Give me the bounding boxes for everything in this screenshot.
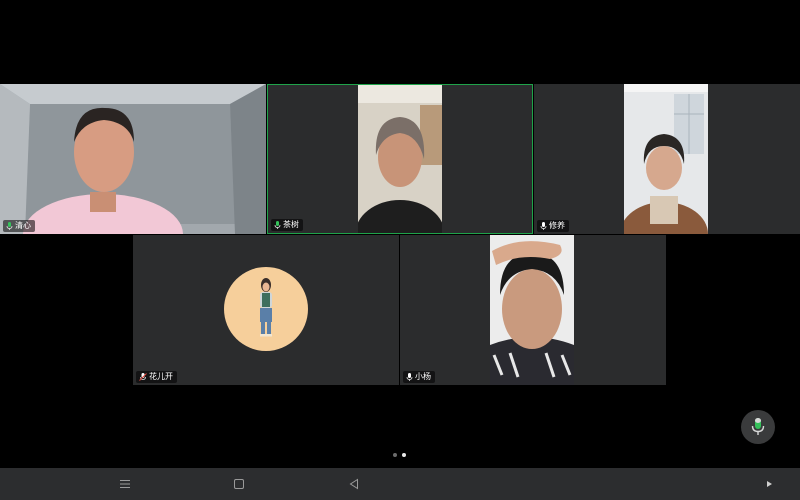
menu-icon xyxy=(120,480,130,488)
page-dot-1[interactable] xyxy=(393,453,397,457)
participant-name: 花儿开 xyxy=(149,372,173,381)
participant-nameplate: 花儿开 xyxy=(136,371,177,383)
play-triangle-icon xyxy=(767,481,772,487)
microphone-icon xyxy=(540,222,547,230)
microphone-icon xyxy=(751,418,765,435)
microphone-icon xyxy=(6,222,13,230)
participant-nameplate: 清心 xyxy=(3,220,35,232)
avatar-illustration xyxy=(260,278,272,337)
home-square-icon xyxy=(234,479,244,489)
microphone-icon xyxy=(274,221,281,229)
video-frame xyxy=(624,84,708,234)
participant-name: 修养 xyxy=(549,221,565,230)
participant-video xyxy=(358,85,442,233)
video-frame xyxy=(358,85,442,233)
menu-button[interactable] xyxy=(118,477,132,491)
muted-microphone-icon xyxy=(139,373,147,381)
page-dot-2[interactable] xyxy=(402,453,406,457)
participant-tile-1[interactable]: 清心 xyxy=(0,84,266,234)
participant-nameplate: 小杨 xyxy=(403,371,435,383)
back-triangle-icon xyxy=(349,478,358,490)
microphone-icon xyxy=(406,373,413,381)
participant-tile-4[interactable]: 花儿开 xyxy=(133,235,399,385)
participant-tile-5[interactable]: 小杨 xyxy=(400,235,666,385)
participant-video xyxy=(624,84,708,234)
back-button[interactable] xyxy=(347,477,361,491)
participant-tile-2[interactable]: 茶树 xyxy=(267,84,533,234)
microphone-toggle-button[interactable] xyxy=(741,410,775,444)
system-navigation-bar xyxy=(0,468,800,500)
home-button[interactable] xyxy=(232,477,246,491)
participant-name: 茶树 xyxy=(283,220,299,229)
expand-button[interactable] xyxy=(762,477,776,491)
video-frame xyxy=(490,235,574,385)
participant-tile-3[interactable]: 修养 xyxy=(534,84,800,234)
participant-video xyxy=(0,84,266,234)
page-indicator xyxy=(393,453,406,457)
participant-nameplate: 修养 xyxy=(537,220,569,232)
participant-video xyxy=(490,235,574,385)
participant-name: 小杨 xyxy=(415,372,431,381)
participant-name: 清心 xyxy=(15,221,31,230)
video-frame xyxy=(0,84,266,234)
avatar xyxy=(224,267,308,351)
participant-nameplate: 茶树 xyxy=(271,219,303,231)
